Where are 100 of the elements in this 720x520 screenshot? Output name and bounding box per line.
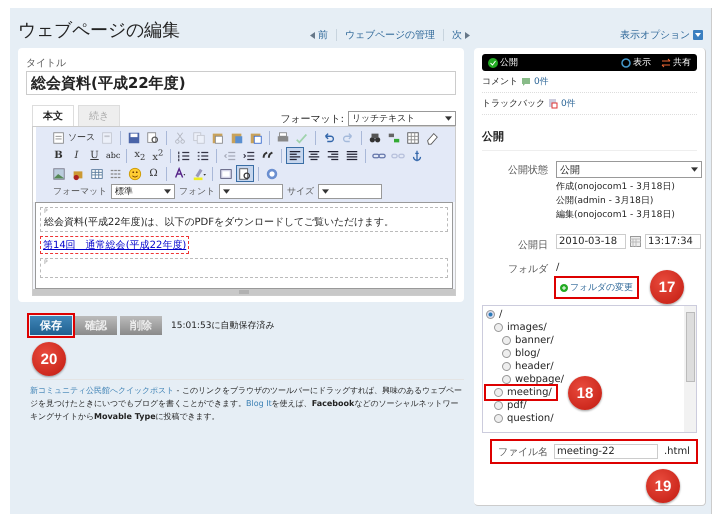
toolbar-button[interactable]: [126, 165, 144, 182]
action-button[interactable]: 保存: [30, 316, 72, 335]
format-button[interactable]: B: [50, 147, 67, 164]
numbered-list-icon: [177, 148, 192, 162]
folder-radio-option[interactable]: /: [486, 308, 506, 321]
picture-icon: [52, 166, 66, 180]
undo-arrow-icon: [322, 130, 336, 144]
step-number-marker: 19: [646, 469, 680, 503]
text-color-icon: [173, 166, 187, 180]
clipboard-icon: [230, 130, 244, 144]
combo-label: フォント: [179, 186, 215, 198]
replace-icon: [387, 130, 401, 144]
toolbar-button[interactable]: [286, 147, 304, 164]
feedback-label: コメント: [482, 76, 518, 88]
feedback-label: トラックバック: [482, 98, 545, 110]
field-label: 公開状態: [507, 164, 548, 177]
field-label: ファイル名: [498, 446, 548, 458]
step-number-marker: 20: [32, 342, 66, 376]
dropdown-caret-icon: [691, 167, 698, 172]
format-button[interactable]: Ω: [145, 165, 162, 182]
display-options-link[interactable]: 表示オプション: [620, 28, 703, 42]
paragraph-text: 総会資料(平成22年度)は、以下のPDFをダウンロードしてご覧いただけます。: [44, 216, 396, 229]
eraser-icon: [425, 130, 439, 144]
folder-radio-option[interactable]: banner/: [486, 334, 558, 347]
step-number-marker: 17: [650, 270, 684, 304]
editor-tab[interactable]: 本文: [32, 105, 74, 126]
status-select[interactable]: 公開: [556, 161, 702, 178]
copy-icon: [192, 130, 206, 144]
calendar-icon: [630, 236, 641, 247]
field-label: 公開日: [517, 239, 548, 252]
combo-label: サイズ: [287, 186, 314, 198]
dropdown-caret-icon: [223, 189, 230, 194]
dropdown-square-icon: [693, 30, 703, 40]
dropdown-caret-icon: [445, 116, 452, 121]
folder-radio-option[interactable]: pdf/: [486, 399, 531, 412]
folder-radio-option[interactable]: question/: [486, 412, 558, 425]
title-label: タイトル: [26, 57, 67, 70]
page-title: ウェブページの編集: [18, 19, 180, 42]
format-button[interactable]: abc: [104, 147, 122, 164]
document-icon: [548, 98, 558, 109]
change-folder-link[interactable]: フォルダの変更: [556, 278, 637, 297]
scissors-icon: [173, 130, 187, 144]
note-link[interactable]: Blog It: [246, 399, 272, 408]
combo-label: フォーマット: [53, 186, 107, 198]
folder-radio-option[interactable]: meeting/: [486, 386, 556, 399]
folder-radio-option[interactable]: images/: [486, 321, 551, 334]
folder-radio-option[interactable]: blog/: [486, 347, 544, 360]
title-input[interactable]: 総会資料(平成22年度): [26, 71, 456, 95]
format-label: フォーマット:: [280, 113, 344, 126]
table-icon: [90, 166, 104, 180]
format-button[interactable]: I: [68, 147, 85, 164]
maximize-window-icon: [219, 166, 233, 180]
view-link[interactable]: 表示: [621, 56, 651, 69]
section-heading: 公開: [482, 129, 697, 151]
right-triangle-icon: [465, 32, 470, 38]
magnifier-page-icon: [146, 130, 160, 144]
file-extension: .html: [664, 446, 690, 457]
step-number-marker: 18: [568, 376, 602, 410]
magnifier-page-icon: [238, 166, 252, 180]
autosave-status: 15:01:53に自動保存済み: [171, 320, 274, 332]
history-entry: 公開(admin - 3月18日): [556, 194, 654, 208]
count-link[interactable]: 0件: [561, 97, 576, 110]
source-page-icon: [52, 130, 66, 144]
filename-input[interactable]: meeting-22: [554, 444, 658, 459]
resize-grip-icon: [239, 290, 249, 294]
check-circle-icon: [488, 58, 498, 68]
note-link[interactable]: 新コミュニティ公民館へクイックポスト: [30, 386, 174, 395]
folder-radio-option[interactable]: webpage/: [486, 373, 568, 386]
next-link[interactable]: 次: [452, 28, 470, 42]
folder-radio-option[interactable]: header/: [486, 360, 558, 373]
binoculars-icon: [368, 130, 382, 144]
clipboard-icon: [249, 130, 263, 144]
clipboard-icon: [211, 130, 225, 144]
published-status: 公開: [488, 56, 518, 69]
folder-path: /: [556, 262, 560, 273]
align-justify-icon: [345, 148, 360, 162]
combo-select[interactable]: 標準: [111, 184, 175, 199]
field-label: フォルダ: [507, 263, 548, 276]
table-grid-icon: [406, 130, 420, 144]
combo-select[interactable]: [318, 184, 382, 199]
format-select[interactable]: リッチテキスト: [348, 111, 456, 126]
time-input[interactable]: 13:17:34: [645, 234, 701, 249]
format-button[interactable]: x$^{2}$: [149, 147, 166, 164]
pdf-link[interactable]: 第14回 通常総会(平成22年度): [40, 236, 190, 254]
toolbar-button[interactable]: [236, 165, 254, 182]
count-link[interactable]: 0件: [534, 75, 549, 88]
format-button[interactable]: U: [86, 147, 103, 164]
manage-webpages-link[interactable]: ウェブページの管理: [345, 28, 435, 42]
speech-bubble-icon: [521, 76, 531, 86]
format-button[interactable]: x$_{2}$: [131, 147, 148, 164]
swap-arrows-icon: [661, 58, 671, 68]
scrollbar[interactable]: [684, 306, 696, 432]
align-center-icon: [307, 148, 322, 162]
date-input[interactable]: 2010-03-18: [556, 234, 626, 249]
smiley-icon: [128, 166, 142, 180]
dropdown-caret-icon: [322, 189, 329, 194]
left-triangle-icon: [310, 32, 315, 38]
previous-link[interactable]: 前: [310, 28, 328, 42]
share-link[interactable]: 共有: [661, 56, 691, 69]
toolbar-button[interactable]: ソース: [50, 129, 97, 146]
